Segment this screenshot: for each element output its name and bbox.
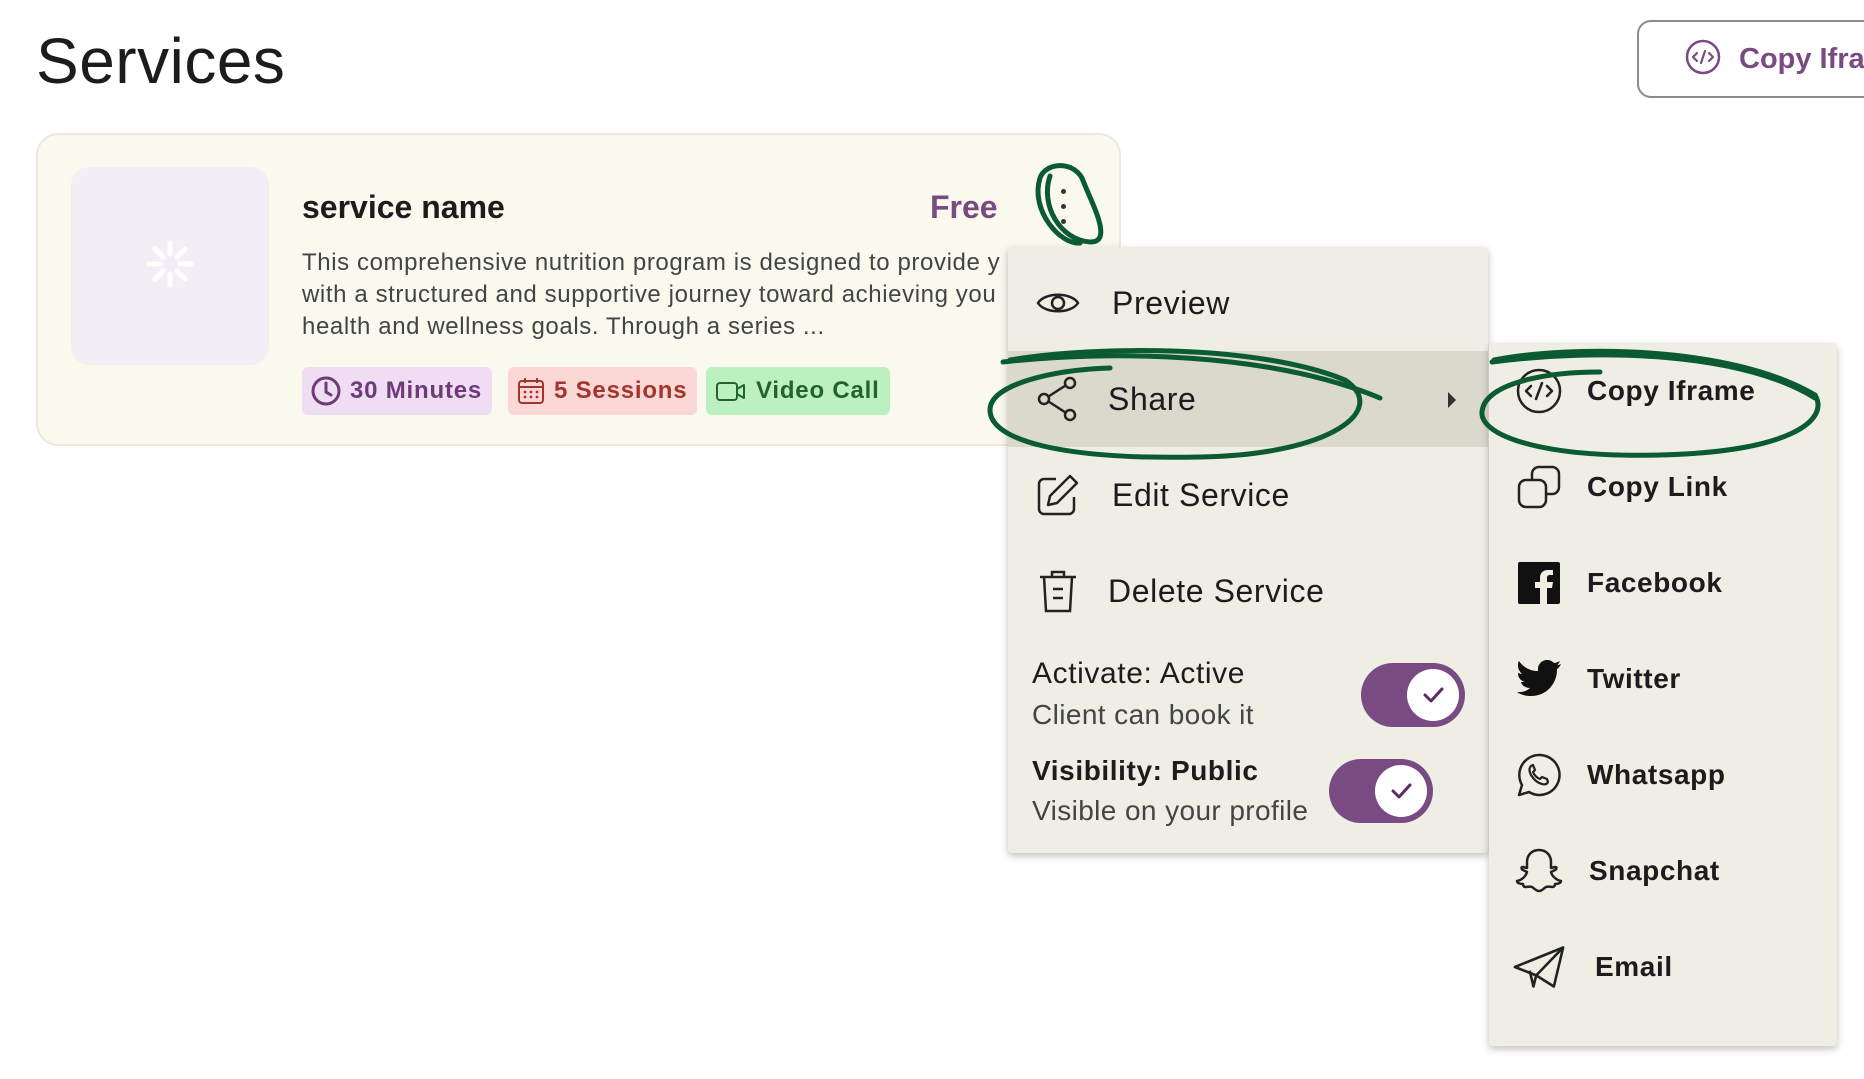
share-twitter[interactable]: Twitter: [1489, 631, 1837, 727]
video-call-chip: Video Call: [706, 367, 890, 415]
duration-label: 30 Minutes: [350, 377, 483, 404]
loading-spinner-icon: [145, 239, 195, 294]
dot: [1060, 203, 1066, 209]
service-thumbnail: [71, 167, 269, 365]
copy-icon: [1513, 461, 1565, 513]
share-copy-iframe[interactable]: Copy Iframe: [1489, 343, 1837, 439]
service-price: Free: [930, 189, 998, 225]
caret-right-icon: [1446, 391, 1458, 414]
whatsapp-icon: [1513, 749, 1565, 801]
share-item-label: Facebook: [1587, 567, 1723, 598]
copy-iframe-button[interactable]: Copy Iframe: [1637, 20, 1864, 98]
visibility-setting: Visibility: Public Visible on your profi…: [1032, 755, 1308, 827]
clock-icon: [311, 376, 341, 406]
more-options-button[interactable]: [1036, 168, 1090, 244]
share-icon: [1032, 373, 1084, 425]
copy-iframe-label: Copy Iframe: [1739, 42, 1864, 75]
share-item-label: Copy Link: [1587, 471, 1728, 502]
menu-item-label: Share: [1108, 380, 1197, 417]
check-icon: [1407, 669, 1459, 721]
calendar-icon: [518, 378, 544, 404]
facebook-icon: [1513, 557, 1565, 609]
duration-chip: 30 Minutes: [302, 367, 493, 415]
description-line: with a structured and supportive journey…: [302, 281, 997, 308]
menu-item-edit-service[interactable]: Edit Service: [1008, 447, 1488, 543]
dot: [1060, 218, 1066, 224]
share-snapchat[interactable]: Snapchat: [1489, 823, 1837, 919]
activate-subtitle: Client can book it: [1032, 699, 1254, 730]
share-facebook[interactable]: Facebook: [1489, 535, 1837, 631]
share-item-label: Whatsapp: [1587, 759, 1726, 790]
activate-toggle[interactable]: [1361, 663, 1465, 727]
share-copy-link[interactable]: Copy Link: [1489, 439, 1837, 535]
description-line: This comprehensive nutrition program is …: [302, 249, 1001, 276]
service-name: service name: [302, 189, 505, 225]
dot: [1060, 188, 1066, 194]
check-icon: [1375, 765, 1427, 817]
page-title: Services: [36, 25, 286, 97]
service-card[interactable]: service name Free This comprehensive nut…: [36, 133, 1121, 446]
visibility-toggle[interactable]: [1329, 759, 1433, 823]
twitter-icon: [1513, 653, 1565, 705]
share-whatsapp[interactable]: Whatsapp: [1489, 727, 1837, 823]
snapchat-icon: [1513, 845, 1565, 897]
menu-item-label: Edit Service: [1112, 476, 1290, 513]
share-item-label: Snapchat: [1589, 855, 1720, 886]
eye-icon: [1032, 277, 1084, 329]
sessions-chip: 5 Sessions: [508, 367, 698, 415]
video-camera-icon: [716, 382, 745, 401]
description-line: health and wellness goals. Through a ser…: [302, 313, 825, 340]
share-submenu: Copy Iframe Copy Link Facebook Twitter W…: [1489, 343, 1837, 1046]
share-item-label: Copy Iframe: [1587, 375, 1756, 406]
menu-item-share[interactable]: Share: [1008, 351, 1488, 447]
menu-item-delete-service[interactable]: Delete Service: [1008, 543, 1488, 639]
share-item-label: Twitter: [1587, 663, 1681, 694]
edit-icon: [1032, 469, 1084, 521]
visibility-subtitle: Visible on your profile: [1032, 795, 1309, 826]
service-description: This comprehensive nutrition program is …: [302, 247, 1022, 343]
menu-item-label: Delete Service: [1108, 572, 1325, 609]
share-item-label: Email: [1595, 951, 1673, 982]
share-email[interactable]: Email: [1489, 919, 1837, 1015]
menu-item-label: Preview: [1112, 284, 1231, 321]
menu-item-preview[interactable]: Preview: [1008, 255, 1488, 351]
visibility-title: Visibility: Public: [1032, 755, 1259, 786]
trash-icon: [1032, 565, 1084, 617]
code-icon: [1685, 39, 1721, 80]
activate-title: Activate: Active: [1032, 657, 1246, 690]
code-icon: [1513, 365, 1565, 417]
service-options-menu: Preview Share Edit Service Delete Servic…: [1008, 247, 1488, 853]
paper-plane-icon: [1513, 941, 1565, 993]
video-call-label: Video Call: [756, 377, 880, 404]
activate-setting: Activate: Active Client can book it: [1032, 657, 1254, 731]
sessions-label: 5 Sessions: [554, 377, 688, 404]
